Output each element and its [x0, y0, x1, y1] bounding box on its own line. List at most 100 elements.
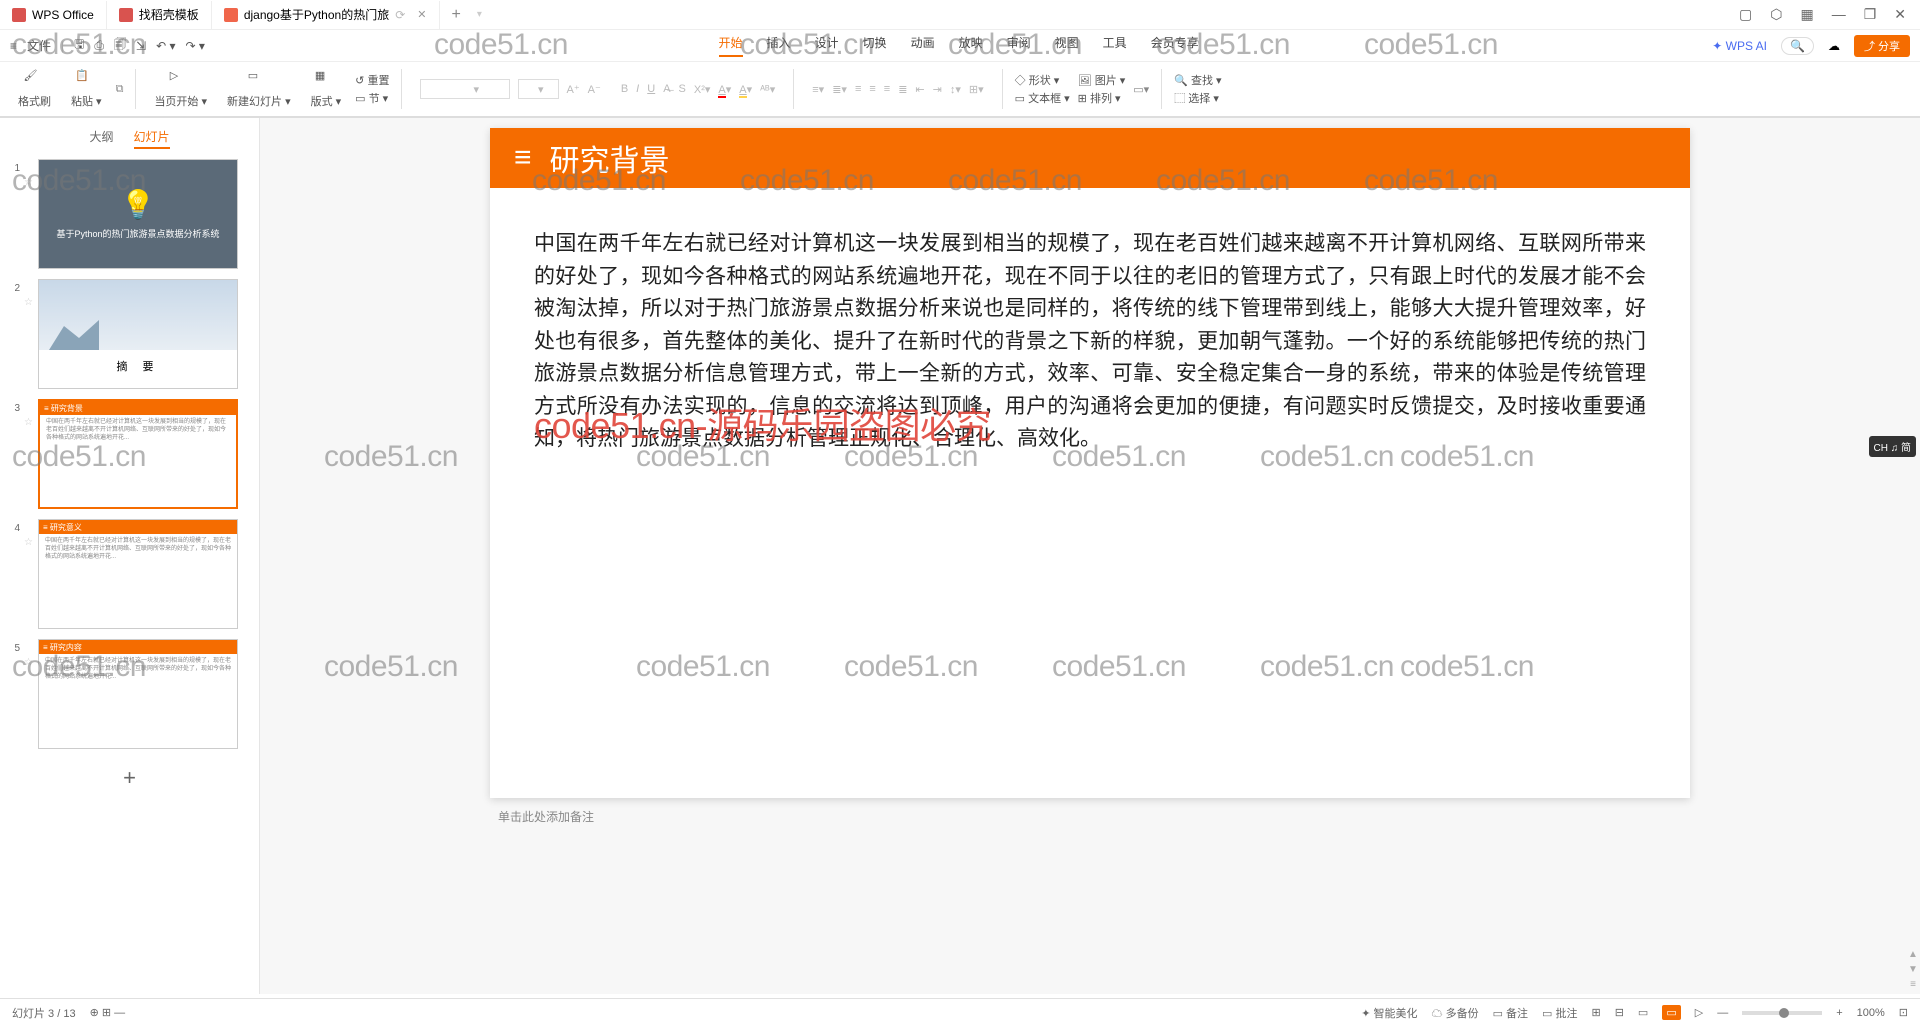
change-case-icon[interactable]: ᴬᴮ▾: [760, 83, 775, 96]
font-size-selector[interactable]: ▾: [518, 79, 559, 99]
undo-icon[interactable]: ↶ ▾: [156, 39, 175, 53]
strikethrough-icon[interactable]: S: [679, 83, 686, 95]
font-selector[interactable]: ▾: [420, 79, 510, 99]
highlight-icon[interactable]: A▾: [739, 83, 752, 96]
new-slide-button[interactable]: ▭新建幻灯片 ▾: [221, 69, 297, 109]
cloud-icon[interactable]: ☁: [1828, 39, 1840, 53]
shape-button[interactable]: ◇ 形状 ▾: [1015, 72, 1070, 88]
align-left-icon[interactable]: ≡: [855, 83, 861, 95]
ai-beautify-button[interactable]: ✦ 智能美化: [1361, 1005, 1417, 1021]
align-center-icon[interactable]: ≡: [869, 83, 875, 95]
superscript-icon[interactable]: X²▾: [694, 83, 711, 96]
slide-thumb-1[interactable]: 💡基于Python的热门旅游景点数据分析系统: [38, 159, 238, 269]
wps-icon: [12, 8, 26, 22]
close-window-icon[interactable]: ✕: [1894, 6, 1906, 23]
tab-wps-office[interactable]: WPS Office: [0, 1, 107, 29]
section-button[interactable]: ▭ 节 ▾: [355, 90, 389, 106]
menu-transition[interactable]: 切换: [863, 34, 887, 57]
view-normal-icon[interactable]: ⊞: [1591, 1006, 1600, 1019]
maximize-icon[interactable]: ❐: [1864, 6, 1877, 23]
slide-thumb-2[interactable]: 摘 要: [38, 279, 238, 389]
window-grid-icon[interactable]: ▦: [1800, 6, 1813, 23]
zoom-out-icon[interactable]: —: [1717, 1007, 1728, 1019]
reset-button[interactable]: ↺ 重置: [355, 72, 389, 88]
hamburger-icon[interactable]: ≡: [10, 39, 17, 53]
textbox-button[interactable]: ▭ 文本框 ▾: [1015, 90, 1070, 106]
menu-review[interactable]: 审阅: [1007, 34, 1031, 57]
current-slide[interactable]: 研究背景 中国在两千年左右就已经对计算机这一块发展到相当的规模了，现在老百姓们越…: [490, 128, 1690, 798]
print-icon[interactable]: ⎙: [94, 38, 104, 53]
view-slideshow-icon[interactable]: ▭: [1662, 1005, 1680, 1020]
close-icon[interactable]: ✕: [417, 8, 426, 21]
share-button[interactable]: ⤴ 分享: [1854, 35, 1910, 57]
menu-animation[interactable]: 动画: [911, 34, 935, 57]
slides-tab[interactable]: 幻灯片: [134, 128, 170, 149]
window-card-icon[interactable]: ▢: [1739, 6, 1752, 23]
zoom-in-icon[interactable]: +: [1836, 1007, 1842, 1019]
preview-icon[interactable]: 🗐: [114, 35, 126, 56]
zoom-level[interactable]: 100%: [1857, 1007, 1885, 1019]
copy-icon[interactable]: ⧉: [116, 83, 124, 96]
comments-button[interactable]: ▭ 批注: [1542, 1005, 1577, 1021]
add-slide-button[interactable]: +: [4, 759, 255, 797]
menu-view[interactable]: 视图: [1055, 34, 1079, 57]
slide-thumb-3[interactable]: ≡ 研究背景中国在两千年左右就已经对计算机这一块发展到相当的规模了，现在老百姓们…: [38, 399, 238, 509]
tab-daoke[interactable]: 找稻壳模板: [107, 1, 212, 29]
indent-dec-icon[interactable]: ⇤: [915, 83, 924, 96]
font-color-icon[interactable]: A▾: [718, 83, 731, 96]
outline-tab[interactable]: 大纲: [89, 128, 113, 149]
wps-ai-button[interactable]: ✦ WPS AI: [1712, 39, 1767, 53]
view-reading-icon[interactable]: ▭: [1638, 1006, 1648, 1019]
search-input-icon[interactable]: 🔍: [1781, 37, 1814, 55]
layout-button[interactable]: ▦版式 ▾: [305, 69, 348, 109]
menu-insert[interactable]: 插入: [767, 34, 791, 57]
export-icon[interactable]: ⇲: [136, 39, 146, 53]
menu-member[interactable]: 会员专享: [1151, 34, 1199, 57]
text-direction-icon[interactable]: ⊞▾: [969, 83, 984, 96]
fill-tool-icon[interactable]: ▭▾: [1133, 83, 1149, 96]
window-box-icon[interactable]: ⬡: [1770, 6, 1782, 23]
find-button[interactable]: 🔍 查找 ▾: [1174, 72, 1221, 88]
slide-counter: 幻灯片 3 / 13: [12, 1005, 76, 1021]
tab-document[interactable]: django基于Python的热门旅⟳✕: [212, 1, 440, 29]
justify-icon[interactable]: ≣: [898, 83, 907, 96]
slide-thumb-5[interactable]: ≡ 研究内容中国在两千年左右就已经对计算机这一块发展到相当的规模了，现在老百姓们…: [38, 639, 238, 749]
view-play-icon[interactable]: ▷: [1695, 1006, 1703, 1019]
decrease-font-icon[interactable]: A⁻: [588, 83, 601, 96]
paste-button[interactable]: 📋粘贴 ▾: [65, 69, 108, 109]
notes-button[interactable]: ▭ 备注: [1493, 1005, 1528, 1021]
arrange-button[interactable]: ⊞ 排列 ▾: [1078, 90, 1126, 106]
start-from-current-button[interactable]: ▷当页开始 ▾: [148, 69, 213, 109]
menu-tools[interactable]: 工具: [1103, 34, 1127, 57]
indent-inc-icon[interactable]: ⇥: [933, 83, 942, 96]
increase-font-icon[interactable]: A⁺: [567, 83, 580, 96]
zoom-slider[interactable]: [1742, 1011, 1822, 1015]
save-icon[interactable]: 🖫: [74, 35, 84, 56]
format-painter-button[interactable]: 🖌格式刷: [12, 69, 57, 109]
menu-design[interactable]: 设计: [815, 34, 839, 57]
slide-canvas: 研究背景 中国在两千年左右就已经对计算机这一块发展到相当的规模了，现在老百姓们越…: [260, 118, 1920, 994]
notes-placeholder[interactable]: 单击此处添加备注: [490, 804, 1690, 829]
underline-icon[interactable]: U: [647, 83, 655, 95]
italic-icon[interactable]: I: [636, 83, 639, 95]
vertical-scroll[interactable]: ▲▼≡: [1906, 120, 1920, 996]
numbering-icon[interactable]: ≣▾: [832, 83, 847, 96]
strike-icon[interactable]: A̶: [663, 83, 670, 95]
menu-start[interactable]: 开始: [719, 34, 743, 57]
multi-backup-button[interactable]: ☁ 多备份: [1432, 1005, 1479, 1021]
view-sorter-icon[interactable]: ⊟: [1615, 1006, 1624, 1019]
fit-icon[interactable]: ⊡: [1899, 1006, 1908, 1019]
bold-icon[interactable]: B: [621, 83, 628, 95]
slide-thumb-4[interactable]: ≡ 研究意义中国在两千年左右就已经对计算机这一块发展到相当的规模了，现在老百姓们…: [38, 519, 238, 629]
tab-overflow-icon[interactable]: ▾: [477, 9, 482, 20]
file-menu[interactable]: 文件: [27, 37, 51, 54]
minimize-icon[interactable]: —: [1832, 6, 1846, 23]
menu-slideshow[interactable]: 放映: [959, 34, 983, 57]
bullets-icon[interactable]: ≡▾: [812, 83, 824, 96]
line-spacing-icon[interactable]: ↕▾: [950, 83, 961, 96]
select-button[interactable]: ⬚ 选择 ▾: [1174, 90, 1221, 106]
align-right-icon[interactable]: ≡: [884, 83, 890, 95]
redo-icon[interactable]: ↷ ▾: [185, 39, 204, 53]
picture-button[interactable]: 🖼 图片 ▾: [1078, 72, 1126, 88]
new-tab-button[interactable]: +: [440, 6, 473, 24]
